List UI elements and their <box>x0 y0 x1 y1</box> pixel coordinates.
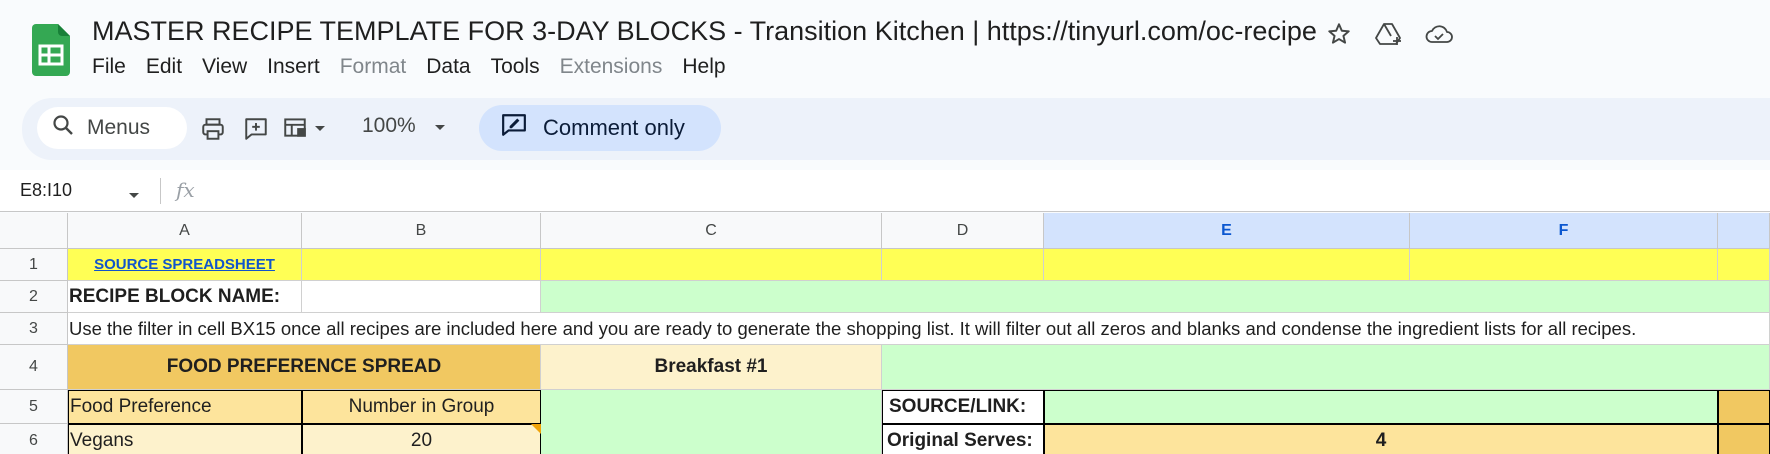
cell-a2[interactable]: RECIPE BLOCK NAME: <box>68 281 302 313</box>
menu-view[interactable]: View <box>202 55 265 79</box>
comment-only-icon <box>501 113 527 143</box>
row-header-1[interactable]: 1 <box>0 249 68 281</box>
formula-bar: E8:I10 fx <box>0 170 1770 212</box>
spreadsheet-grid: A B C D E F 1 2 3 4 5 6 SOURCE SPREADSHE… <box>0 213 1770 454</box>
row-header-4[interactable]: 4 <box>0 345 68 390</box>
cell-d5-source-link[interactable]: SOURCE/LINK: <box>882 390 1044 424</box>
menu-help[interactable]: Help <box>682 55 743 79</box>
cell-e6-original-serves-value[interactable]: 4 <box>1044 424 1718 454</box>
menu-format: Format <box>339 55 407 78</box>
cell-b2[interactable] <box>302 281 541 313</box>
column-header-d[interactable]: D <box>882 213 1044 249</box>
cell-a1[interactable]: SOURCE SPREADSHEET <box>68 249 302 281</box>
cell-d4-merged[interactable] <box>882 345 1770 390</box>
dropdown-icon <box>314 120 326 138</box>
select-format-icon <box>282 114 308 145</box>
cell-c2-merged[interactable] <box>541 281 1770 313</box>
comment-only-button[interactable]: Comment only <box>479 105 721 151</box>
row-header-2[interactable]: 2 <box>0 281 68 313</box>
column-header-c[interactable]: C <box>541 213 882 249</box>
add-comment-icon[interactable] <box>240 113 272 145</box>
comment-only-label: Comment only <box>543 115 685 140</box>
column-header-b[interactable]: B <box>302 213 541 249</box>
source-spreadsheet-link[interactable]: SOURCE SPREADSHEET <box>94 256 275 273</box>
star-icon[interactable] <box>1325 20 1353 48</box>
chevron-down-icon <box>434 114 446 138</box>
fx-icon: fx <box>176 178 195 202</box>
toolbar: Menus 100% Comment only <box>22 98 1770 160</box>
cell-c1[interactable] <box>541 249 882 281</box>
document-title[interactable]: MASTER RECIPE TEMPLATE FOR 3-DAY BLOCKS … <box>92 16 1317 47</box>
column-header-g[interactable] <box>1718 213 1770 249</box>
search-menus-input[interactable]: Menus <box>37 107 187 149</box>
cell-c4-breakfast-1[interactable]: Breakfast #1 <box>541 345 882 390</box>
divider <box>160 178 161 204</box>
cell-d1[interactable] <box>882 249 1044 281</box>
cell-g5[interactable] <box>1718 390 1770 424</box>
cell-g6[interactable] <box>1718 424 1770 454</box>
cell-b1[interactable] <box>302 249 541 281</box>
zoom-value: 100% <box>362 114 416 137</box>
select-format-button[interactable] <box>282 113 340 145</box>
row-header-5[interactable]: 5 <box>0 390 68 424</box>
select-all-corner[interactable] <box>0 213 68 249</box>
menu-data[interactable]: Data <box>426 55 488 79</box>
menu-file[interactable]: File <box>92 55 144 79</box>
zoom-select[interactable]: 100% <box>362 114 446 138</box>
search-icon <box>51 113 75 143</box>
menu-bar: File Edit View Insert Format Data Tools … <box>92 55 746 79</box>
chevron-down-icon[interactable] <box>128 187 140 205</box>
print-icon[interactable] <box>197 113 229 145</box>
title-bar: MASTER RECIPE TEMPLATE FOR 3-DAY BLOCKS … <box>0 0 1770 90</box>
cell-a6-vegans[interactable]: Vegans <box>68 424 302 454</box>
search-placeholder: Menus <box>87 116 151 139</box>
google-sheets-icon[interactable] <box>32 24 70 76</box>
menu-extensions: Extensions <box>559 55 663 78</box>
menu-tools[interactable]: Tools <box>491 55 558 79</box>
cell-e1[interactable] <box>1044 249 1410 281</box>
column-header-a[interactable]: A <box>68 213 302 249</box>
cell-b6-vegans-count[interactable]: 20 <box>302 424 541 454</box>
cell-d6-original-serves[interactable]: Original Serves: <box>882 424 1044 454</box>
row-header-6[interactable]: 6 <box>0 424 68 454</box>
cell-g1[interactable] <box>1718 249 1770 281</box>
google-sheets-window: MASTER RECIPE TEMPLATE FOR 3-DAY BLOCKS … <box>0 0 1770 454</box>
cell-a5-food-preference[interactable]: Food Preference <box>68 390 302 424</box>
menu-insert[interactable]: Insert <box>267 55 338 79</box>
cell-b5-number-in-group[interactable]: Number in Group <box>302 390 541 424</box>
cell-a3[interactable]: Use the filter in cell BX15 once all rec… <box>68 313 1770 345</box>
cloud-status-icon[interactable] <box>1425 20 1453 48</box>
title-actions <box>1325 20 1453 48</box>
comment-indicator-icon <box>531 424 541 434</box>
cell-b6-value: 20 <box>410 430 433 451</box>
menu-edit[interactable]: Edit <box>146 55 200 79</box>
cell-f1[interactable] <box>1410 249 1718 281</box>
cell-a4-food-preference-spread[interactable]: FOOD PREFERENCE SPREAD <box>68 345 541 390</box>
move-to-drive-icon[interactable] <box>1375 20 1403 48</box>
cell-e5-source-link-value[interactable] <box>1044 390 1718 424</box>
column-header-e[interactable]: E <box>1044 213 1410 249</box>
row-header-3[interactable]: 3 <box>0 313 68 345</box>
cell-c5-merged[interactable] <box>541 390 882 454</box>
name-box[interactable]: E8:I10 <box>20 180 72 201</box>
column-header-f[interactable]: F <box>1410 213 1718 249</box>
